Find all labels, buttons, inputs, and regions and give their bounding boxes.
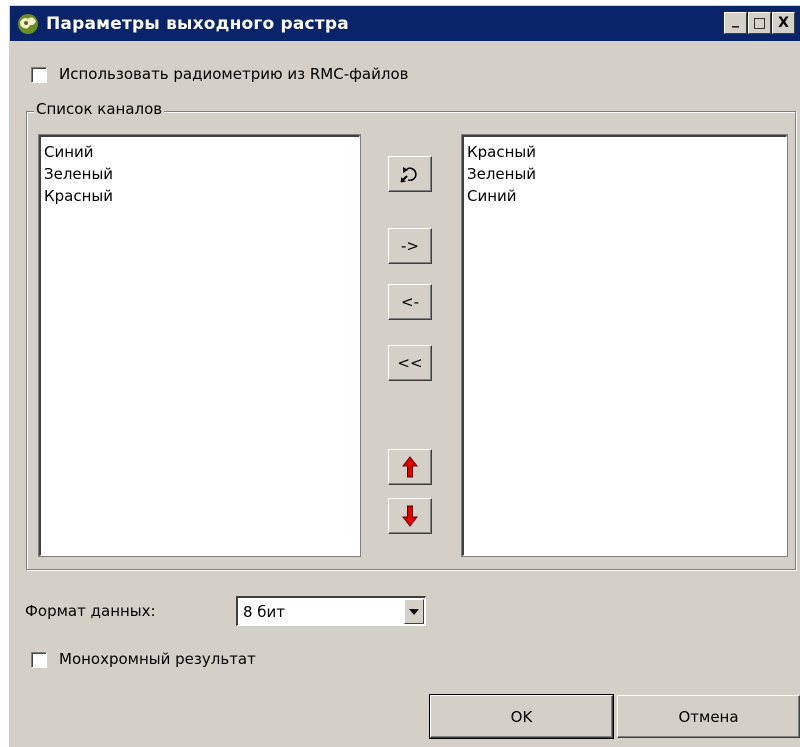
list-item[interactable]: Красный (44, 185, 357, 207)
cancel-button[interactable]: Отмена (617, 695, 800, 738)
remove-all-channels-button[interactable]: << (388, 345, 432, 381)
remove-all-channels-label: << (397, 354, 423, 372)
chevron-down-icon (409, 608, 419, 615)
app-logo-icon (18, 14, 38, 34)
move-up-button[interactable] (388, 449, 432, 485)
list-item[interactable]: Красный (467, 141, 784, 163)
ok-label: OK (510, 707, 533, 726)
monochrome-label: Монохромный результат (59, 650, 256, 668)
remove-channel-label: <- (401, 293, 419, 311)
maximize-button[interactable]: □ (748, 12, 771, 34)
add-channel-button[interactable]: -> (388, 228, 432, 264)
list-item[interactable]: Зеленый (44, 163, 357, 185)
close-icon: X (778, 15, 789, 31)
dialog-window: Параметры выходного растра _ □ X Использ… (9, 5, 800, 747)
data-format-select[interactable]: 8 бит (236, 596, 426, 626)
arrow-up-icon (402, 456, 418, 478)
maximize-icon: □ (752, 15, 767, 31)
minimize-icon: _ (732, 12, 739, 28)
monochrome-checkbox[interactable] (31, 652, 47, 668)
dropdown-button[interactable] (404, 599, 424, 624)
channels-group-title: Список каналов (34, 100, 165, 118)
reset-button[interactable] (388, 156, 432, 192)
list-item[interactable]: Синий (467, 185, 784, 207)
data-format-value: 8 бит (243, 603, 286, 621)
remove-channel-button[interactable]: <- (388, 284, 432, 320)
window-title: Параметры выходного растра (46, 14, 349, 34)
use-radiometry-checkbox[interactable] (31, 67, 47, 83)
use-radiometry-label: Использовать радиометрию из RMC-файлов (59, 65, 409, 83)
list-item[interactable]: Синий (44, 141, 357, 163)
minimize-button[interactable]: _ (724, 12, 747, 34)
list-item[interactable]: Зеленый (467, 163, 784, 185)
source-channel-list[interactable]: Синий Зеленый Красный (38, 134, 361, 557)
add-channel-label: -> (401, 237, 419, 255)
move-down-button[interactable] (388, 498, 432, 534)
data-format-label: Формат данных: (25, 602, 156, 620)
ok-button[interactable]: OK (429, 694, 614, 739)
title-bar[interactable]: Параметры выходного растра _ □ X (10, 6, 800, 41)
undo-icon (400, 167, 417, 183)
cancel-label: Отмена (678, 707, 739, 726)
output-channel-list[interactable]: Красный Зеленый Синий (461, 134, 788, 557)
arrow-down-icon (402, 505, 418, 527)
close-button[interactable]: X (772, 12, 795, 34)
